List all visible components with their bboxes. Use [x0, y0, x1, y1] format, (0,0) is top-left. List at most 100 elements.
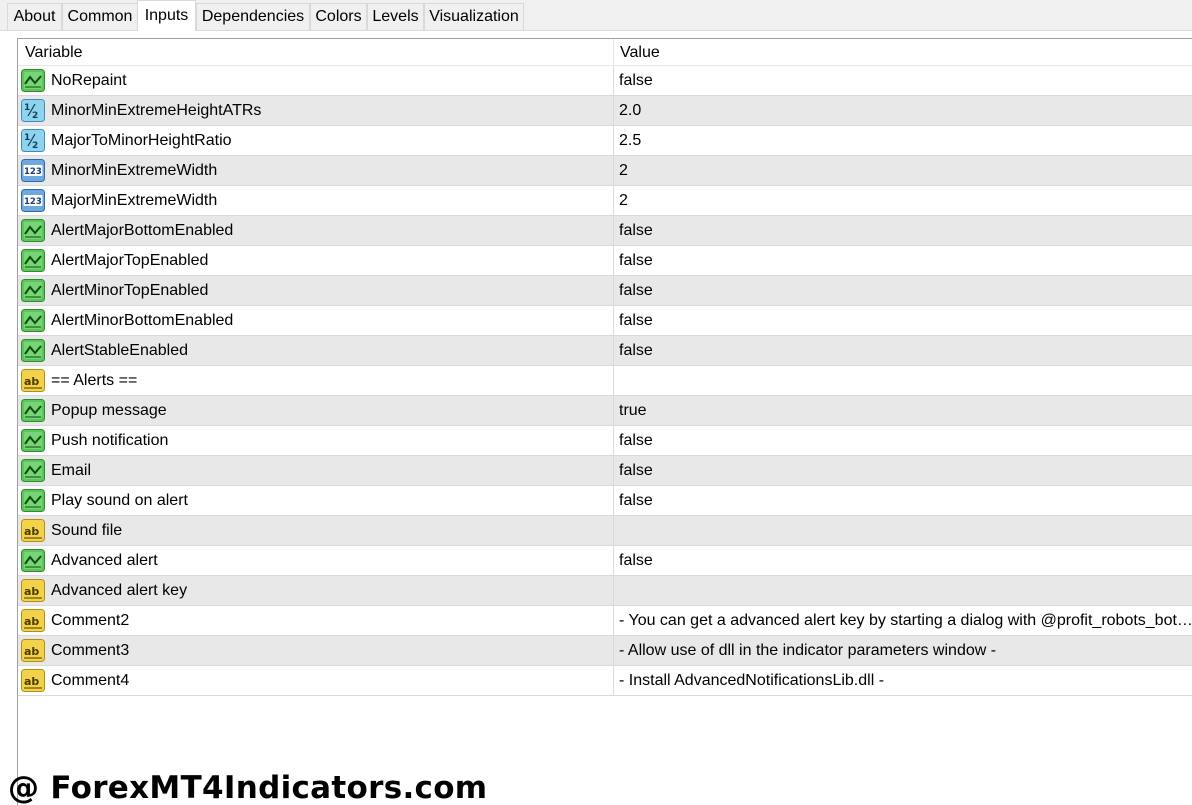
variable-name: AlertMajorTopEnabled — [51, 252, 209, 269]
variable-name: MajorMinExtremeWidth — [51, 192, 218, 209]
variable-name: AlertMinorBottomEnabled — [51, 312, 234, 329]
variable-cell: ab == Alerts == — [18, 366, 613, 395]
svg-text:2: 2 — [32, 111, 38, 121]
string-icon: ab — [21, 369, 45, 392]
table-row[interactable]: Popup message true — [18, 396, 1192, 426]
value-cell[interactable]: false — [613, 246, 1192, 275]
variable-name: Advanced alert — [51, 552, 158, 569]
variable-cell: AlertStableEnabled — [18, 336, 613, 365]
bool-icon — [21, 219, 45, 242]
value-cell[interactable]: false — [613, 336, 1192, 365]
value-cell[interactable]: true — [613, 396, 1192, 425]
column-header-value[interactable]: Value — [613, 39, 1192, 66]
value-cell[interactable]: - Allow use of dll in the indicator para… — [613, 636, 1192, 665]
string-icon: ab — [21, 609, 45, 632]
variable-name: Comment3 — [51, 642, 130, 659]
table-body: NoRepaint false 1 2 MinorMinExtremeHeightATR… — [18, 66, 1192, 696]
string-icon: ab — [21, 639, 45, 662]
value-cell[interactable]: false — [613, 306, 1192, 335]
inputs-dialog: About Common Inputs Dependencies Colors … — [0, 0, 1192, 805]
table-row[interactable]: NoRepaint false — [18, 66, 1192, 96]
table-row[interactable]: 123 MajorMinExtremeWidth 2 — [18, 186, 1192, 216]
value-cell[interactable] — [613, 366, 1192, 395]
variable-name: Sound file — [51, 522, 123, 539]
variable-cell: Popup message — [18, 396, 613, 425]
bool-icon — [21, 399, 45, 422]
tab-common[interactable]: Common — [62, 3, 138, 30]
value-cell[interactable]: 2.0 — [613, 96, 1192, 125]
tab-dependencies[interactable]: Dependencies — [196, 3, 310, 30]
table-row[interactable]: 1 2 MinorMinExtremeHeightATRs 2.0 — [18, 96, 1192, 126]
variable-name: Play sound on alert — [51, 492, 188, 509]
watermark-text: @ ForexMT4Indicators.com — [8, 770, 488, 805]
double-icon: 12 — [21, 129, 45, 152]
variable-name: MajorToMinorHeightRatio — [51, 132, 232, 149]
string-icon: ab — [21, 519, 45, 542]
value-cell[interactable]: false — [613, 276, 1192, 305]
double-icon: 12 — [21, 99, 45, 122]
value-cell[interactable]: false — [613, 66, 1192, 95]
value-cell[interactable] — [613, 516, 1192, 545]
variable-cell: ab Comment4 — [18, 666, 613, 695]
svg-text:ab: ab — [24, 645, 39, 658]
value-cell[interactable]: false — [613, 216, 1192, 245]
variable-name: AlertMinorTopEnabled — [51, 282, 209, 299]
table-row[interactable]: ab == Alerts == — [18, 366, 1192, 396]
variable-name: NoRepaint — [51, 72, 127, 89]
table-row[interactable]: AlertStableEnabled false — [18, 336, 1192, 366]
table-row[interactable]: AlertMajorTopEnabled false — [18, 246, 1192, 276]
tab-inputs[interactable]: Inputs — [137, 0, 196, 31]
table-row[interactable]: ab Advanced alert key — [18, 576, 1192, 606]
table-row[interactable]: ab Sound file — [18, 516, 1192, 546]
column-header-variable[interactable]: Variable — [18, 39, 613, 66]
variable-name: Comment4 — [51, 672, 130, 689]
inputs-table: Variable Value NoRepaint false 1 2 MinorMinE… — [17, 38, 1192, 805]
value-cell[interactable]: false — [613, 486, 1192, 515]
tab-about[interactable]: About — [7, 3, 62, 30]
variable-cell: 123 MajorMinExtremeWidth — [18, 186, 613, 215]
value-cell[interactable]: 2 — [613, 186, 1192, 215]
variable-name: Push notification — [51, 432, 169, 449]
table-row[interactable]: AlertMajorBottomEnabled false — [18, 216, 1192, 246]
bool-icon — [21, 69, 45, 92]
variable-cell: AlertMajorTopEnabled — [18, 246, 613, 275]
bool-icon — [21, 279, 45, 302]
table-row[interactable]: Push notification false — [18, 426, 1192, 456]
bool-icon — [21, 339, 45, 362]
integer-icon: 123 — [21, 159, 45, 182]
value-cell[interactable] — [613, 576, 1192, 605]
value-cell[interactable]: 2.5 — [613, 126, 1192, 155]
integer-icon: 123 — [21, 189, 45, 212]
svg-text:1: 1 — [24, 103, 30, 113]
value-cell[interactable]: false — [613, 546, 1192, 575]
variable-cell: Email — [18, 456, 613, 485]
variable-name: Popup message — [51, 402, 167, 419]
table-row[interactable]: Play sound on alert false — [18, 486, 1192, 516]
variable-cell: 123 MinorMinExtremeWidth — [18, 156, 613, 185]
value-cell[interactable]: - You can get a advanced alert key by st… — [613, 606, 1192, 635]
value-cell[interactable]: false — [613, 426, 1192, 455]
table-row[interactable]: ab Comment3 - Allow use of dll in the indi… — [18, 636, 1192, 666]
svg-text:ab: ab — [24, 615, 39, 628]
value-cell[interactable]: 2 — [613, 156, 1192, 185]
table-row[interactable]: 1 2 MajorToMinorHeightRatio 2.5 — [18, 126, 1192, 156]
variable-cell: ab Comment3 — [18, 636, 613, 665]
tab-levels[interactable]: Levels — [367, 3, 424, 30]
value-cell[interactable]: false — [613, 456, 1192, 485]
variable-name: Comment2 — [51, 612, 130, 629]
svg-text:ab: ab — [24, 585, 39, 598]
variable-cell: NoRepaint — [18, 66, 613, 95]
variable-name: AlertStableEnabled — [51, 342, 188, 359]
table-row[interactable]: AlertMinorTopEnabled false — [18, 276, 1192, 306]
value-cell[interactable]: - Install AdvancedNotificationsLib.dll - — [613, 666, 1192, 695]
table-row[interactable]: ab Comment4 - Install AdvancedNotification… — [18, 666, 1192, 696]
table-row[interactable]: Advanced alert false — [18, 546, 1192, 576]
tab-colors[interactable]: Colors — [310, 3, 367, 30]
tab-visualization[interactable]: Visualization — [424, 3, 524, 30]
table-row[interactable]: 123 MinorMinExtremeWidth 2 — [18, 156, 1192, 186]
table-row[interactable]: AlertMinorBottomEnabled false — [18, 306, 1192, 336]
variable-name: == Alerts == — [51, 372, 138, 389]
table-row[interactable]: ab Comment2 - You can get a advanced alert… — [18, 606, 1192, 636]
variable-name: Advanced alert key — [51, 582, 188, 599]
table-row[interactable]: Email false — [18, 456, 1192, 486]
